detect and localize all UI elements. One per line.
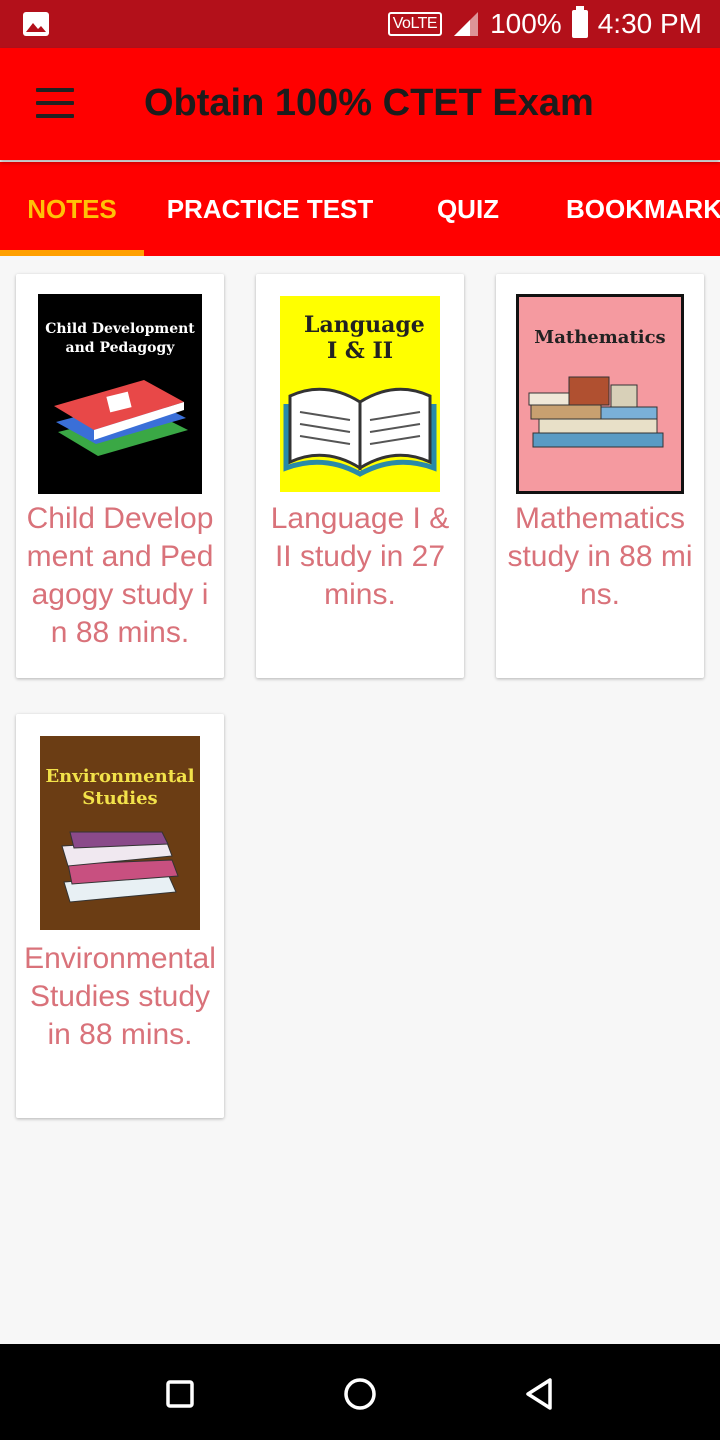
signal-icon [454,12,479,36]
card-caption: Mathematics study in 88 mins. [507,502,693,611]
cover-environmental-studies: Environmental Studies [40,736,200,930]
app-bar: Obtain 100% CTET Exam [0,48,720,160]
tab-practice-test[interactable]: PRACTICE TEST [150,162,390,256]
home-circle-icon[interactable] [340,1374,380,1414]
tab-bookmark[interactable]: BOOKMARK [548,162,720,256]
image-notification-icon [23,12,49,36]
note-card-environmental-studies[interactable]: Environmental Studies Environmental Stud… [16,714,224,1118]
books-illustration-icon [54,380,188,456]
recents-square-icon[interactable] [160,1374,200,1414]
status-bar: VoLTE 100% 4:30 PM [0,0,720,48]
tab-quiz[interactable]: QUIZ [418,162,518,256]
note-card-language[interactable]: Language I & II Language I & II study in… [256,274,464,678]
hamburger-menu-icon[interactable] [36,88,76,120]
app-title: Obtain 100% CTET Exam [144,82,594,124]
tab-active-indicator [0,250,144,256]
card-caption: Language I & II study in 27 mins. [270,502,450,611]
volte-badge: VoLTE [387,12,443,36]
note-card-mathematics[interactable]: Mathematics Mathematics study in 88 mins… [496,274,704,678]
cover-child-development: Child Development and Pedagogy [38,294,202,494]
tab-notes[interactable]: NOTES [0,162,144,256]
tab-bar: NOTES PRACTICE TEST QUIZ BOOKMARK [0,162,720,256]
open-book-icon [283,387,437,477]
battery-icon [571,6,588,38]
book-pile-icon [61,831,179,903]
system-nav-bar [0,1344,720,1440]
book-stack-icon [528,376,664,448]
card-caption: Environmental Studies study in 88 mins. [24,942,216,1051]
battery-percent: 100% [490,8,562,39]
cover-language: Language I & II [280,296,440,492]
back-triangle-icon[interactable] [520,1374,560,1414]
cover-mathematics: Mathematics [516,294,684,494]
card-caption: Child Development and Pedagogy study in … [26,502,214,649]
clock: 4:30 PM [597,8,702,39]
note-card-child-development[interactable]: Child Development and Pedagogy Child Dev… [16,274,224,678]
